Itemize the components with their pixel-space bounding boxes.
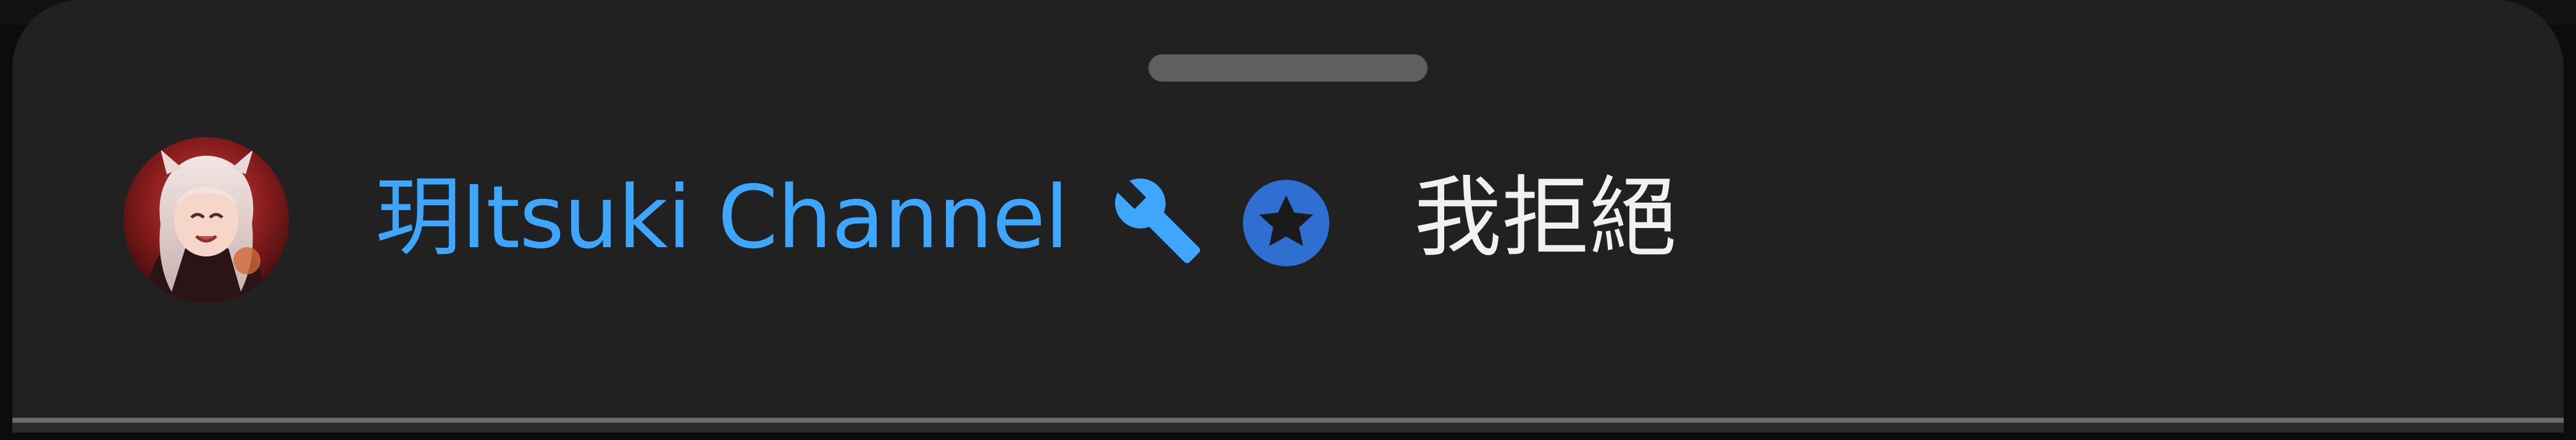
wrench-icon [1114, 178, 1200, 263]
sheet-bottom-area [12, 423, 2564, 433]
sheet-drag-handle[interactable] [1148, 54, 1428, 82]
channel-name-link[interactable]: 玥Itsuki Channel [375, 166, 1069, 271]
comment-bottom-sheet: 玥Itsuki Channel 我拒絕 [12, 0, 2564, 433]
app-screen: 玥Itsuki Channel 我拒絕 [0, 0, 2576, 440]
avatar-image [123, 137, 289, 303]
star-badge-icon [1243, 180, 1329, 266]
sheet-bottom-divider [12, 418, 2564, 423]
comment-message-text: 我拒絕 [1414, 167, 1677, 269]
avatar[interactable] [123, 137, 289, 303]
